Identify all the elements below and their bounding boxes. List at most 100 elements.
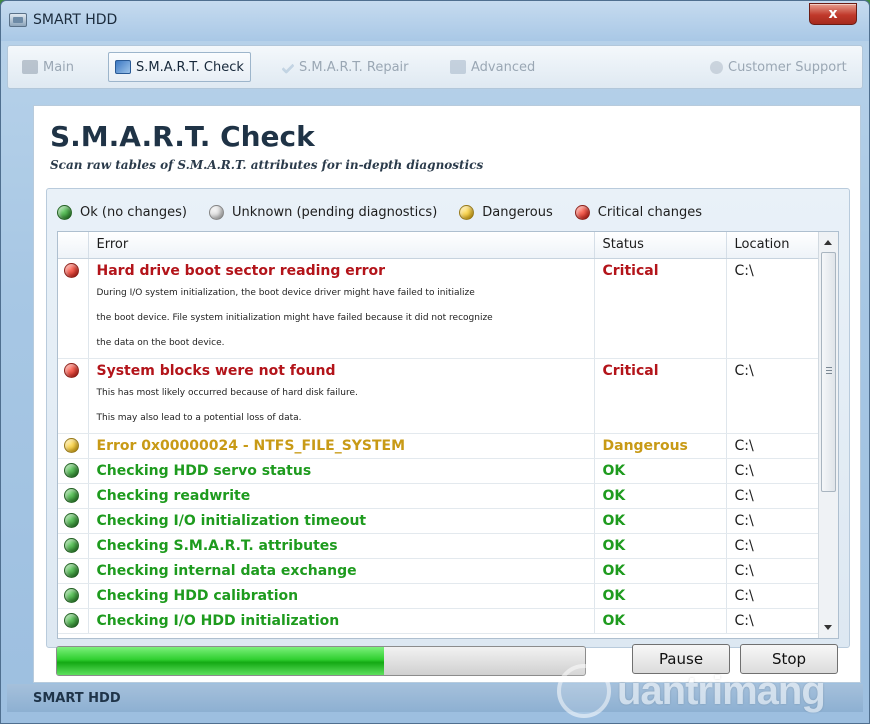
error-cell: Checking HDD servo status <box>88 458 595 484</box>
location-value: C:\ <box>734 437 754 454</box>
location-value: C:\ <box>734 487 754 504</box>
error-cell: Checking HDD calibration <box>88 583 595 609</box>
error-cell: Checking readwrite <box>88 483 595 509</box>
tab-label: Customer Support <box>728 59 847 75</box>
error-title: Hard drive boot sector reading error <box>96 262 386 279</box>
row-status-cell <box>58 258 89 359</box>
tab-advanced[interactable]: Advanced <box>444 52 541 82</box>
scroll-down-icon[interactable] <box>824 625 832 630</box>
row-status-cell <box>58 558 89 584</box>
close-button[interactable]: x <box>809 3 857 25</box>
table-row[interactable]: Checking readwrite OK C:\ <box>58 483 819 509</box>
error-title: Error 0x00000024 - NTFS_FILE_SYSTEM <box>96 437 406 454</box>
progress-fill <box>57 647 385 675</box>
column-header-status[interactable]: Status <box>594 232 727 259</box>
legend-label: Unknown (pending diagnostics) <box>231 204 438 220</box>
page-subtitle: Scan raw tables of S.M.A.R.T. attributes… <box>50 158 484 172</box>
error-title: Checking S.M.A.R.T. attributes <box>96 537 338 554</box>
smart-check-panel: S.M.A.R.T. Check Scan raw tables of S.M.… <box>33 105 861 683</box>
people-icon <box>710 60 723 74</box>
check-monitor-icon <box>115 60 131 74</box>
tab-label: Advanced <box>471 59 536 75</box>
status-value: OK <box>602 612 626 629</box>
status-value: Critical <box>602 362 659 379</box>
table-row[interactable]: Checking S.M.A.R.T. attributes OK C:\ <box>58 533 819 559</box>
error-description: the boot device. File system initializat… <box>96 312 493 323</box>
vertical-scrollbar[interactable] <box>818 232 838 638</box>
scroll-up-icon[interactable] <box>824 240 832 245</box>
results-table: Error Status Location Hard drive boot se… <box>58 232 819 634</box>
green-status-icon <box>64 562 79 578</box>
tab-smart-check[interactable]: S.M.A.R.T. Check <box>108 52 251 82</box>
column-header-error[interactable]: Error <box>88 232 595 259</box>
row-status-cell <box>58 358 89 434</box>
table-row[interactable]: Checking internal data exchange OK C:\ <box>58 558 819 584</box>
error-cell: Hard drive boot sector reading error Duri… <box>88 258 595 359</box>
status-value: Critical <box>602 262 659 279</box>
location-value: C:\ <box>734 537 754 554</box>
status-value: OK <box>602 512 626 529</box>
error-title: Checking HDD servo status <box>96 462 312 479</box>
row-status-cell <box>58 433 89 459</box>
status-value: Dangerous <box>602 437 688 454</box>
hdd-icon <box>22 60 38 74</box>
table-row[interactable]: Error 0x00000024 - NTFS_FILE_SYSTEM Dange… <box>58 433 819 459</box>
gray-status-icon <box>208 204 224 220</box>
location-cell: C:\ <box>726 508 819 534</box>
location-cell: C:\ <box>726 358 819 434</box>
row-status-cell <box>58 533 89 559</box>
error-description: During I/O system initialization, the bo… <box>96 287 475 298</box>
green-status-icon <box>64 587 79 603</box>
status-cell: OK <box>594 458 727 484</box>
watermark: uantrimang <box>557 661 867 721</box>
tab-main[interactable]: Main <box>16 52 80 82</box>
legend-unknown: Unknown (pending diagnostics) <box>208 204 438 220</box>
error-cell: Checking S.M.A.R.T. attributes <box>88 533 595 559</box>
location-value: C:\ <box>734 562 754 579</box>
watermark-text: uantrimang <box>617 668 826 713</box>
error-cell: Checking I/O HDD initialization <box>88 608 595 634</box>
status-cell: OK <box>594 483 727 509</box>
table-row[interactable]: System blocks were not found This has mos… <box>58 358 819 434</box>
green-status-icon <box>64 537 79 553</box>
title-bar[interactable]: SMART HDD x <box>1 1 869 41</box>
table-row[interactable]: Checking HDD calibration OK C:\ <box>58 583 819 609</box>
results-grid[interactable]: Error Status Location Hard drive boot se… <box>57 231 839 639</box>
table-header-row: Error Status Location <box>58 232 819 259</box>
red-status-icon <box>64 362 79 378</box>
status-cell: OK <box>594 508 727 534</box>
column-header-icon <box>58 232 89 259</box>
app-window: SMART HDD x Main S.M.A.R.T. Check S.M.A.… <box>0 0 870 724</box>
red-status-icon <box>574 204 590 220</box>
column-header-location[interactable]: Location <box>726 232 819 259</box>
location-cell: C:\ <box>726 533 819 559</box>
table-row[interactable]: Hard drive boot sector reading error Duri… <box>58 258 819 359</box>
table-row[interactable]: Checking I/O initialization timeout OK C:\ <box>58 508 819 534</box>
tab-label: Main <box>43 59 75 75</box>
status-value: OK <box>602 587 626 604</box>
status-cell: OK <box>594 558 727 584</box>
status-value: OK <box>602 462 626 479</box>
app-hdd-icon <box>9 13 27 27</box>
row-status-cell <box>58 458 89 484</box>
location-cell: C:\ <box>726 558 819 584</box>
error-title: Checking I/O HDD initialization <box>96 612 340 629</box>
table-row[interactable]: Checking HDD servo status OK C:\ <box>58 458 819 484</box>
location-cell: C:\ <box>726 583 819 609</box>
location-value: C:\ <box>734 462 754 479</box>
location-value: C:\ <box>734 262 754 279</box>
window-title: SMART HDD <box>33 12 118 28</box>
status-value: OK <box>602 537 626 554</box>
status-value: OK <box>602 562 626 579</box>
status-value: OK <box>602 487 626 504</box>
table-row[interactable]: Checking I/O HDD initialization OK C:\ <box>58 608 819 634</box>
advanced-icon <box>450 60 466 74</box>
page-title: S.M.A.R.T. Check <box>50 120 315 153</box>
tab-customer-support[interactable]: Customer Support <box>704 52 853 82</box>
green-status-icon <box>64 487 79 503</box>
checkmark-icon <box>281 60 295 74</box>
tab-smart-repair[interactable]: S.M.A.R.T. Repair <box>276 52 415 82</box>
error-title: Checking readwrite <box>96 487 251 504</box>
scroll-thumb[interactable] <box>821 252 836 492</box>
error-title: Checking I/O initialization timeout <box>96 512 367 529</box>
